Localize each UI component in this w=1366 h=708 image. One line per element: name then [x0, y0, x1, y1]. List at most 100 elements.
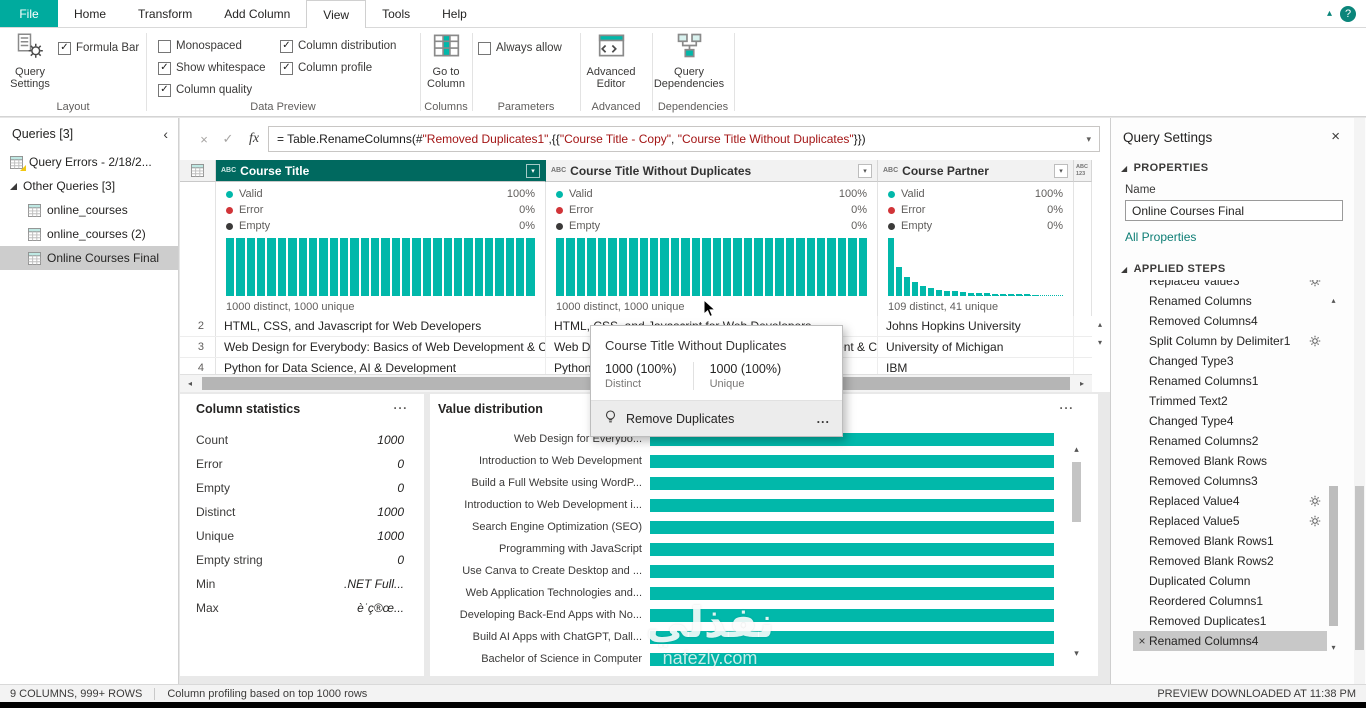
applied-step-renamed-columns2[interactable]: Renamed Columns2	[1133, 431, 1327, 451]
distribution-row[interactable]: Search Engine Optimization (SEO)	[438, 516, 1058, 538]
distribution-row[interactable]: Programming with JavaScript	[438, 538, 1058, 560]
cell[interactable]: IBM	[878, 358, 1074, 374]
menu-tab-home[interactable]: Home	[58, 0, 122, 27]
value-distribution-scrollbar[interactable]: ▴ ▾	[1069, 444, 1084, 659]
applied-step-reordered-columns1[interactable]: Reordered Columns1	[1133, 591, 1327, 611]
query-dependencies-button[interactable]: Query Dependencies	[654, 32, 724, 106]
query-item-online-courses[interactable]: online_courses	[0, 198, 178, 222]
column-header-course-partner[interactable]: ABC Course Partner ▾	[878, 160, 1074, 182]
distribution-row[interactable]: Use Canva to Create Desktop and ...	[438, 560, 1058, 582]
checkbox-box[interactable]: ✓	[158, 61, 171, 75]
applied-step-removed-blank-rows[interactable]: Removed Blank Rows	[1133, 451, 1327, 471]
panel-scrollbar[interactable]	[1354, 118, 1365, 684]
cell[interactable]: HTML, CSS, and Javascript for Web Develo…	[216, 316, 546, 336]
scroll-down-icon[interactable]: ▾	[1331, 643, 1335, 652]
checkbox-box[interactable]: ✓	[158, 83, 171, 97]
delete-step-icon[interactable]: ×	[1135, 634, 1149, 648]
column-profile-course-title-without-duplicates[interactable]: Valid 100% Error 0% Empty 0% 1000 distinct, 10…	[546, 182, 878, 316]
distribution-row[interactable]: Bachelor of Science in Computer	[438, 648, 1058, 670]
applied-step-removed-blank-rows2[interactable]: Removed Blank Rows2	[1133, 551, 1327, 571]
scroll-right-icon[interactable]: ▸	[1072, 379, 1092, 388]
value-distribution-menu-button[interactable]: ...	[1059, 398, 1074, 412]
applied-step-removed-duplicates1[interactable]: Removed Duplicates1	[1133, 611, 1327, 631]
applied-step-replaced-value5[interactable]: Replaced Value5	[1133, 511, 1327, 531]
checkbox-column-distribution[interactable]: ✓ Column distribution	[280, 38, 396, 54]
column-histogram[interactable]	[888, 238, 1063, 296]
row-number[interactable]: 3	[180, 337, 216, 357]
checkbox-box[interactable]	[158, 39, 171, 53]
advanced-editor-button[interactable]: Advanced Editor	[582, 32, 640, 106]
query-item-online-courses-2[interactable]: online_courses (2)	[0, 222, 178, 246]
checkbox-box[interactable]	[478, 41, 491, 55]
distribution-row[interactable]: Introduction to Web Development	[438, 450, 1058, 472]
applied-step-split-column-by-delimiter1[interactable]: Split Column by Delimiter1	[1133, 331, 1327, 351]
scroll-up-icon[interactable]: ▴	[1092, 316, 1108, 334]
applied-step-trimmed-text2[interactable]: Trimmed Text2	[1133, 391, 1327, 411]
checkbox-box[interactable]: ✓	[280, 39, 293, 53]
table-menu-button[interactable]	[180, 160, 216, 182]
applied-step-renamed-columns[interactable]: Renamed Columns	[1133, 291, 1327, 311]
checkbox-show-whitespace[interactable]: ✓ Show whitespace	[158, 60, 266, 76]
query-item-online-courses-final[interactable]: Online Courses Final	[0, 246, 178, 270]
scroll-left-icon[interactable]: ◂	[180, 379, 200, 388]
scroll-up-icon[interactable]: ▴	[1074, 444, 1079, 455]
scroll-down-icon[interactable]: ▾	[1074, 648, 1079, 659]
applied-steps-section-header[interactable]: ◢ APPLIED STEPS	[1121, 263, 1226, 275]
column-profile-course-title[interactable]: Valid 100% Error 0% Empty 0% 1000 distinct, 10…	[216, 182, 546, 316]
query-name-input[interactable]	[1125, 200, 1343, 221]
menu-tab-file[interactable]: File	[0, 0, 58, 27]
scrollbar-thumb[interactable]	[1072, 462, 1081, 522]
go-to-column-button[interactable]: Go to Column	[422, 32, 470, 106]
applied-step-renamed-columns1[interactable]: Renamed Columns1	[1133, 371, 1327, 391]
distribution-row[interactable]: Build AI Apps with ChatGPT, Dall...	[438, 626, 1058, 648]
column-profile-course-partner[interactable]: Valid 100% Error 0% Empty 0% 109 distinct, 41 …	[878, 182, 1074, 316]
filter-dropdown-icon[interactable]: ▾	[858, 163, 872, 178]
all-properties-link[interactable]: All Properties	[1125, 230, 1196, 244]
cell[interactable]: Python for Data Science, AI & Developmen…	[216, 358, 546, 374]
checkbox-always-allow[interactable]: Always allow	[478, 40, 562, 56]
formula-expand-icon[interactable]: ▾	[1086, 134, 1091, 145]
applied-step-removed-columns3[interactable]: Removed Columns3	[1133, 471, 1327, 491]
tooltip-more-button[interactable]: ...	[817, 412, 830, 426]
column-header-partial[interactable]: ABC 123	[1074, 160, 1092, 182]
query-settings-button[interactable]: Query Settings	[6, 32, 54, 106]
distribution-row[interactable]: Introduction to Web Development i...	[438, 494, 1058, 516]
filter-dropdown-icon[interactable]: ▾	[526, 163, 540, 178]
formula-input[interactable]: = Table.RenameColumns(#"Removed Duplicat…	[268, 126, 1100, 152]
applied-steps-scrollbar[interactable]: ▴ ▾	[1327, 296, 1340, 652]
menu-tab-tools[interactable]: Tools	[366, 0, 426, 27]
checkbox-column-quality[interactable]: ✓ Column quality	[158, 82, 266, 98]
step-settings-gear-icon[interactable]	[1309, 495, 1321, 507]
applied-step-changed-type4[interactable]: Changed Type4	[1133, 411, 1327, 431]
group-expander-icon[interactable]	[10, 182, 17, 190]
checkbox-formula-bar[interactable]: ✓ Formula Bar	[58, 40, 139, 56]
column-header-course-title-without-duplicates[interactable]: ABC Course Title Without Duplicates ▾	[546, 160, 878, 182]
properties-section-header[interactable]: ◢ PROPERTIES	[1121, 162, 1208, 174]
step-settings-gear-icon[interactable]	[1309, 515, 1321, 527]
menu-tab-view[interactable]: View	[306, 0, 367, 28]
filter-dropdown-icon[interactable]: ▾	[1054, 163, 1068, 178]
scroll-down-icon[interactable]: ▾	[1092, 334, 1108, 352]
step-settings-gear-icon[interactable]	[1309, 335, 1321, 347]
column-histogram[interactable]	[226, 238, 535, 296]
query-item-query-errors-2-18-2[interactable]: Query Errors - 2/18/2...	[0, 150, 178, 174]
checkbox-box[interactable]: ✓	[58, 41, 71, 55]
checkbox-box[interactable]: ✓	[280, 61, 293, 75]
scroll-up-icon[interactable]: ▴	[1331, 296, 1335, 305]
scrollbar-thumb[interactable]	[1329, 486, 1338, 626]
row-number[interactable]: 2	[180, 316, 216, 336]
step-settings-gear-icon[interactable]	[1309, 280, 1321, 287]
menu-tab-transform[interactable]: Transform	[122, 0, 208, 27]
applied-step-renamed-columns4[interactable]: × Renamed Columns4	[1133, 631, 1327, 651]
cell[interactable]: Johns Hopkins University	[878, 316, 1074, 336]
applied-step-removed-columns4[interactable]: Removed Columns4	[1133, 311, 1327, 331]
distribution-row[interactable]: Build a Full Website using WordP...	[438, 472, 1058, 494]
column-histogram[interactable]	[556, 238, 868, 296]
cell[interactable]: Web Design for Everybody: Basics of Web …	[216, 337, 546, 357]
row-number[interactable]: 4	[180, 358, 216, 374]
column-header-course-title[interactable]: ABC Course Title ▾	[216, 160, 546, 182]
applied-step-replaced-value4[interactable]: Replaced Value4	[1133, 491, 1327, 511]
applied-step-removed-blank-rows1[interactable]: Removed Blank Rows1	[1133, 531, 1327, 551]
commit-formula-icon[interactable]: ✓	[216, 131, 240, 147]
distribution-row[interactable]: Developing Back-End Apps with No...	[438, 604, 1058, 626]
